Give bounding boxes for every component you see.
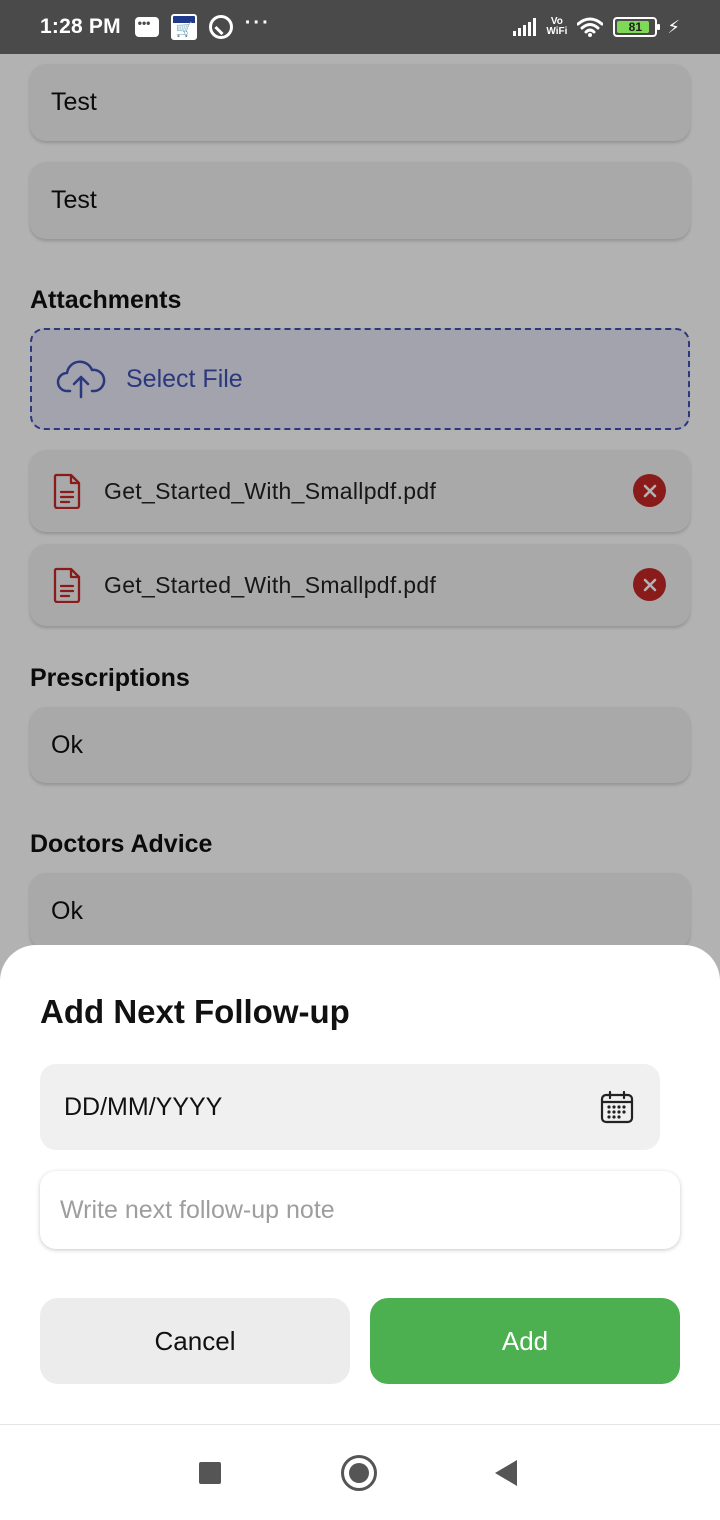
date-field[interactable]: DD/MM/YYYY: [40, 1064, 660, 1150]
nav-back-icon[interactable]: [495, 1460, 517, 1486]
date-placeholder: DD/MM/YYYY: [64, 1092, 223, 1121]
charging-bolt-icon: ⚡: [667, 16, 680, 37]
status-time: 1:28 PM: [40, 15, 121, 38]
wifi-icon: [577, 17, 604, 37]
status-bar: 1:28 PM ··· Vo WiFi 81 ⚡: [0, 0, 720, 54]
system-nav-bar: [0, 1424, 720, 1520]
chat-icon: [134, 16, 159, 37]
nav-home-icon[interactable]: [341, 1455, 377, 1491]
more-dots-icon: ···: [244, 11, 271, 34]
battery-icon: 81: [613, 17, 661, 37]
signal-icon: [513, 18, 537, 36]
follow-up-sheet: Add Next Follow-up DD/MM/YYYY Cancel Add: [0, 945, 720, 1424]
notification-icons: ···: [134, 11, 271, 40]
circle-a-icon: [208, 15, 233, 39]
add-button[interactable]: Add: [370, 1298, 680, 1384]
battery-level: 81: [628, 20, 643, 34]
follow-up-note-input[interactable]: [40, 1171, 680, 1249]
amazon-icon: [170, 14, 197, 40]
cancel-button[interactable]: Cancel: [40, 1298, 350, 1384]
system-icons: Vo WiFi 81 ⚡: [513, 17, 680, 38]
calendar-icon[interactable]: [600, 1090, 634, 1124]
nav-recents-icon[interactable]: [199, 1462, 221, 1484]
vowifi-icon: Vo WiFi: [546, 16, 568, 37]
sheet-title: Add Next Follow-up: [40, 993, 350, 1030]
